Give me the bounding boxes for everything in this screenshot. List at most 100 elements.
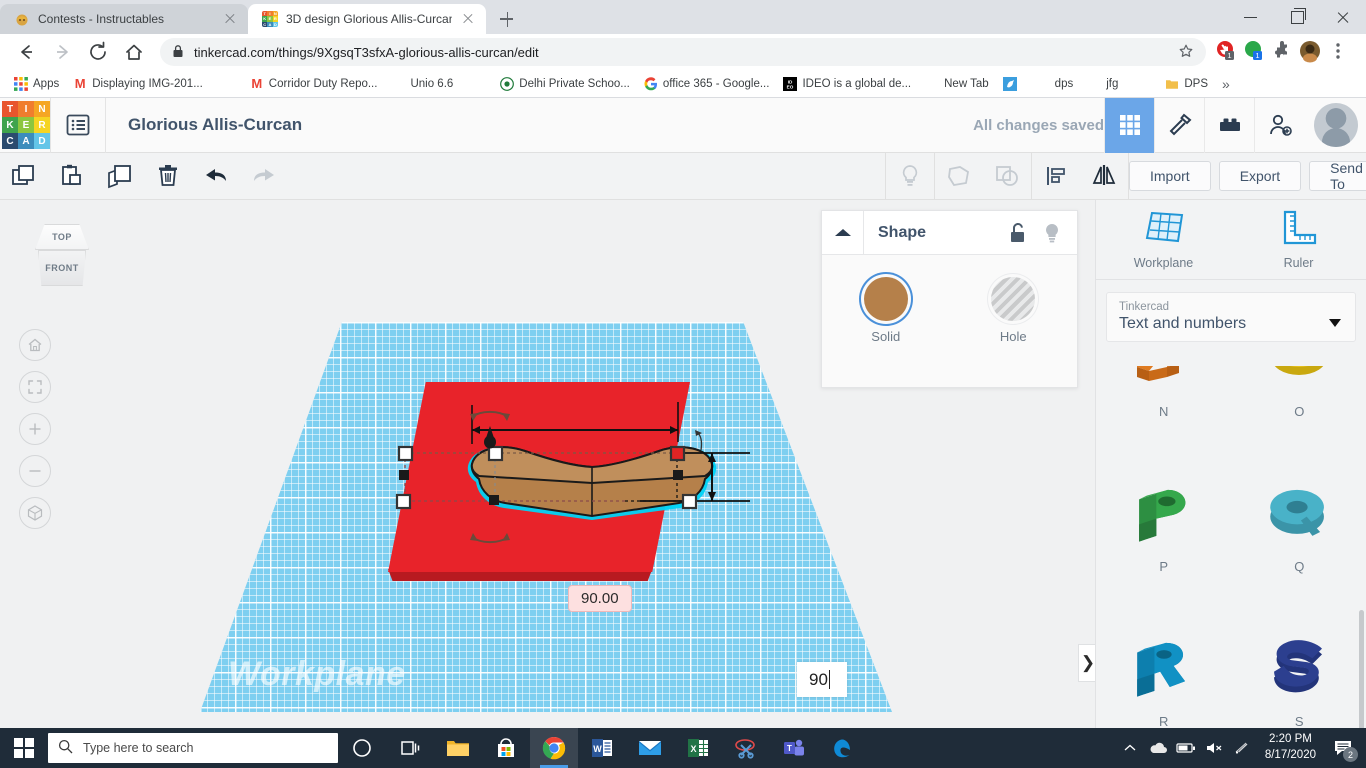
shape-option-hole[interactable]: Hole <box>950 277 1078 344</box>
bookmark-apps[interactable]: Apps <box>8 74 65 94</box>
messenger-icon[interactable]: 1 <box>1242 39 1268 65</box>
bookmark-jfg[interactable]: jfg <box>1081 74 1124 94</box>
bookmark-unio[interactable]: Unio 6.6 <box>385 74 459 94</box>
back-icon[interactable] <box>11 37 41 67</box>
close-icon[interactable] <box>460 11 476 27</box>
windows-start-icon[interactable] <box>0 728 48 768</box>
star-icon[interactable] <box>1178 43 1194 62</box>
notifications-icon[interactable]: 2 <box>1326 728 1360 768</box>
profile-avatar[interactable] <box>1298 39 1324 65</box>
workplane-grid[interactable]: Workplane <box>200 322 892 712</box>
edge-icon[interactable] <box>818 728 866 768</box>
undo-icon[interactable] <box>192 153 240 200</box>
bookmark-dps[interactable]: dps <box>1030 74 1080 94</box>
close-icon[interactable] <box>222 11 238 27</box>
task-view-icon[interactable] <box>386 728 434 768</box>
bookmark-delhi-private-school[interactable]: Delhi Private Schoo... <box>494 74 636 94</box>
invite-person-icon[interactable] <box>1254 97 1304 153</box>
teams-icon[interactable]: T <box>770 728 818 768</box>
browser-tab-2[interactable]: TIN KER CAD 3D design Glorious Allis-Cur… <box>248 4 486 34</box>
dashboard-grid-icon[interactable] <box>1104 97 1154 153</box>
list-menu-icon[interactable] <box>50 97 106 153</box>
page-title[interactable]: Glorious Allis-Curcan <box>128 115 302 135</box>
shape-option-solid[interactable]: Solid <box>822 277 950 344</box>
export-button[interactable]: Export <box>1218 161 1302 191</box>
mirror-icon[interactable] <box>1080 153 1128 200</box>
shape-gallery-item-n[interactable]: N <box>1096 366 1232 455</box>
paste-icon[interactable] <box>48 153 96 200</box>
bookmark-corridor-duty[interactable]: M Corridor Duty Repo... <box>244 74 384 94</box>
bookmark-folder-dps[interactable]: DPS <box>1159 74 1214 94</box>
view-cube-top-face[interactable]: TOP <box>35 224 89 250</box>
light-bulb-icon[interactable] <box>1035 211 1069 255</box>
word-icon[interactable]: W <box>578 728 626 768</box>
shape-gallery-item-s[interactable]: S <box>1232 610 1366 728</box>
send-to-button[interactable]: Send To <box>1309 160 1366 192</box>
address-bar[interactable]: tinkercad.com/things/9XgsqT3sfxA-gloriou… <box>160 38 1206 66</box>
new-tab-button[interactable] <box>492 5 520 33</box>
codeblocks-hammer-icon[interactable] <box>1154 97 1204 153</box>
puzzle-icon[interactable] <box>1270 39 1296 65</box>
unlock-icon[interactable] <box>1001 211 1035 255</box>
bookmark-bird[interactable] <box>997 74 1028 94</box>
shape-gallery-item-q[interactable]: Q <box>1232 455 1366 610</box>
chevron-up-icon[interactable] <box>1117 728 1143 768</box>
redo-icon[interactable] <box>240 153 288 200</box>
bookmark-new-tab[interactable]: New Tab <box>919 74 995 94</box>
bookmark-globe-2[interactable] <box>461 74 492 94</box>
view-cube[interactable]: TOP FRONT <box>26 224 98 294</box>
bookmark-office365[interactable]: office 365 - Google... <box>638 74 776 94</box>
zoom-out-icon[interactable] <box>19 455 51 487</box>
bookmark-globe-1[interactable] <box>211 74 242 94</box>
onedrive-icon[interactable] <box>1145 728 1171 768</box>
shape-gallery[interactable]: N O P Q R S <box>1096 366 1366 728</box>
shape-gallery-item-r[interactable]: R <box>1096 610 1232 728</box>
snipping-tool-icon[interactable] <box>722 728 770 768</box>
chevron-down-icon[interactable] <box>1329 319 1341 327</box>
copy-icon[interactable] <box>0 153 48 200</box>
tinkercad-logo[interactable]: T I N K E R C A D <box>2 101 50 149</box>
mail-icon[interactable] <box>626 728 674 768</box>
shape-gallery-item-p[interactable]: P <box>1096 455 1232 610</box>
chrome-icon[interactable] <box>530 728 578 768</box>
zoom-in-icon[interactable] <box>19 413 51 445</box>
reload-icon[interactable] <box>83 37 113 67</box>
battery-icon[interactable] <box>1173 728 1199 768</box>
adblock-icon[interactable]: 1 <box>1214 39 1240 65</box>
shape-category-select[interactable]: Tinkercad Text and numbers <box>1106 292 1356 342</box>
solid-swatch[interactable] <box>863 277 908 321</box>
forward-icon[interactable] <box>47 37 77 67</box>
bookmark-displaying-img[interactable]: M Displaying IMG-201... <box>67 74 209 94</box>
volume-mute-icon[interactable] <box>1201 728 1227 768</box>
bookmark-ideo[interactable]: ID EO IDEO is a global de... <box>777 74 917 94</box>
ortho-view-icon[interactable] <box>19 497 51 529</box>
bricks-icon[interactable] <box>1204 97 1254 153</box>
search-input[interactable]: Type here to search <box>48 733 338 763</box>
align-icon[interactable] <box>1032 153 1080 200</box>
clock[interactable]: 2:20 PM 8/17/2020 <box>1257 732 1324 763</box>
home-icon[interactable] <box>119 37 149 67</box>
wifi-icon[interactable] <box>1229 728 1255 768</box>
home-view-icon[interactable] <box>19 329 51 361</box>
cortana-icon[interactable] <box>338 728 386 768</box>
fit-view-icon[interactable] <box>19 371 51 403</box>
panel-expand-icon[interactable]: ❯ <box>1078 644 1095 682</box>
close-icon[interactable] <box>1320 0 1366 34</box>
microsoft-store-icon[interactable] <box>482 728 530 768</box>
rotation-input[interactable]: 90 <box>797 662 847 697</box>
excel-icon[interactable]: X <box>674 728 722 768</box>
avatar[interactable] <box>1314 103 1358 147</box>
light-bulb-icon[interactable] <box>886 153 934 200</box>
bookmark-globe-3[interactable] <box>1126 74 1157 94</box>
maximize-icon[interactable] <box>1274 0 1320 34</box>
sidebar-tool-ruler[interactable]: Ruler <box>1231 200 1366 279</box>
browser-tab-1[interactable]: Contests - Instructables <box>0 4 248 34</box>
import-button[interactable]: Import <box>1129 161 1211 191</box>
hole-swatch[interactable] <box>991 277 1036 321</box>
shape-gallery-item-o[interactable]: O <box>1232 366 1366 455</box>
duplicate-icon[interactable] <box>96 153 144 200</box>
delete-icon[interactable] <box>144 153 192 200</box>
collapse-up-icon[interactable] <box>822 210 864 255</box>
sidebar-scrollbar-thumb[interactable] <box>1359 610 1364 740</box>
ungroup-icon[interactable] <box>983 153 1031 200</box>
